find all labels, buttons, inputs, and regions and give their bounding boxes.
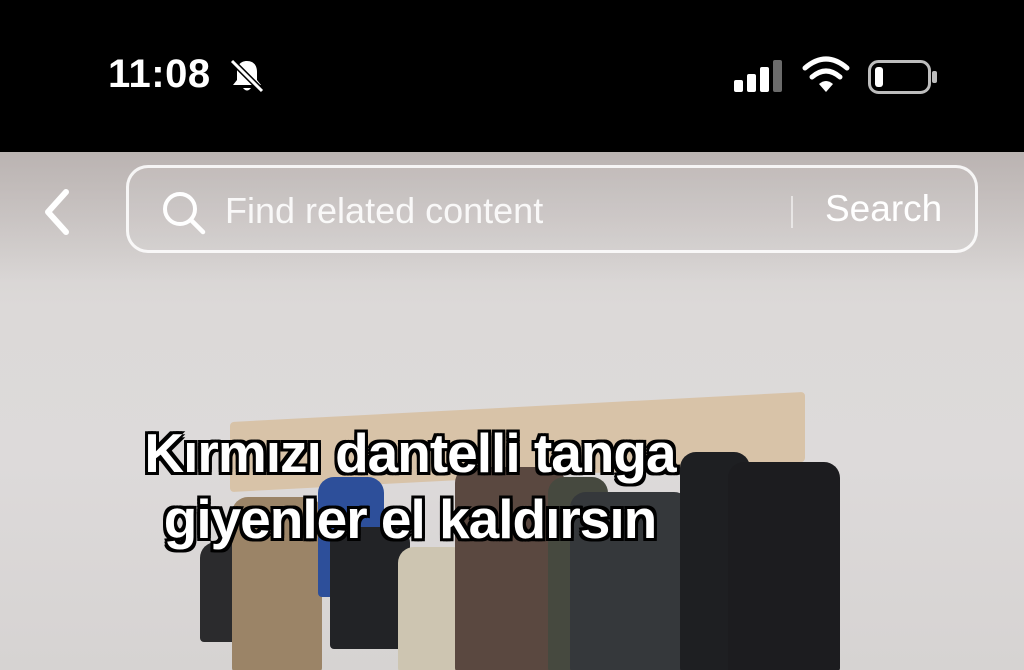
search-divider: [791, 196, 793, 228]
search-input[interactable]: [225, 186, 785, 236]
chevron-left-icon: [45, 189, 69, 235]
status-bar: 11:08: [0, 0, 1024, 152]
caption-line-2: giyenler el kaldırsın: [163, 488, 658, 550]
search-bar[interactable]: Search: [126, 165, 978, 253]
search-icon: [163, 192, 206, 235]
search-button[interactable]: Search: [825, 188, 942, 230]
cellular-signal-icon: [734, 60, 782, 92]
coat-black-far-right: [728, 462, 840, 670]
status-time: 11:08: [108, 52, 211, 96]
battery-icon: [868, 60, 937, 94]
bell-slash-icon: [229, 58, 265, 94]
caption-line-1: Kırmızı dantelli tanga: [144, 422, 676, 484]
video-caption: Kırmızı dantelli tanga giyenler el kaldı…: [80, 420, 740, 552]
wifi-icon: [802, 56, 850, 92]
back-button[interactable]: [36, 186, 80, 238]
